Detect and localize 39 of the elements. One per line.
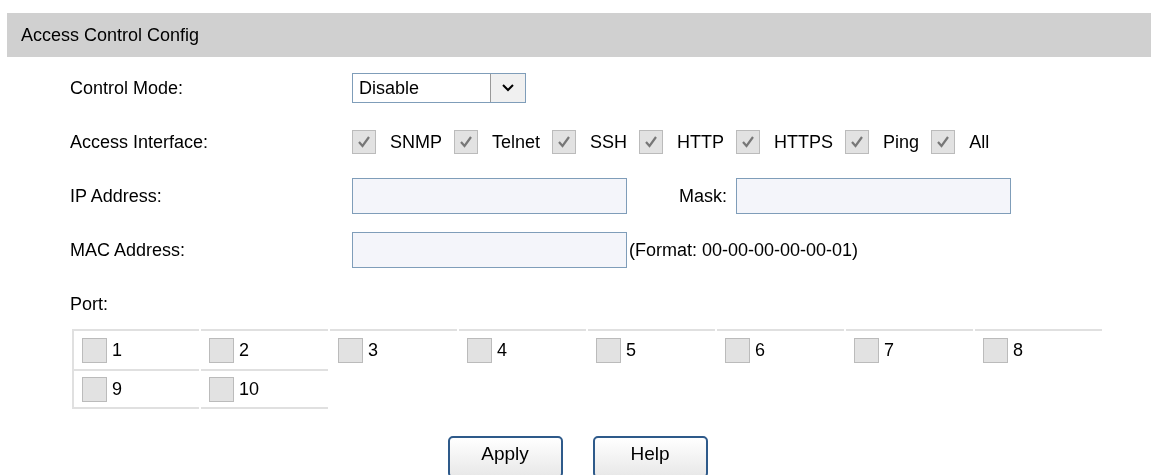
field-label: IP Address: [70, 185, 163, 207]
port-cell: 8 [975, 329, 1102, 369]
checkbox-label: HTTPS [774, 131, 834, 153]
port-cell: 3 [330, 329, 457, 369]
checkbox-label: Ping [883, 131, 920, 153]
port-cell: 9 [72, 369, 199, 409]
field-label: Mask: [679, 185, 727, 207]
chevron-down-icon [501, 83, 515, 93]
port-cell: 5 [588, 329, 715, 369]
port-cell: 2 [201, 329, 328, 369]
check-icon [936, 135, 951, 149]
port-cell: 6 [717, 329, 844, 369]
port-cell: 7 [846, 329, 973, 369]
check-icon [644, 135, 659, 149]
checkbox-label: HTTP [677, 131, 725, 153]
port-cell: 1 [72, 329, 199, 369]
checkbox-label: SNMP [390, 131, 442, 153]
mac-address-field[interactable] [352, 232, 627, 268]
field-label: Control Mode: [70, 77, 185, 99]
checkbox-label: Telnet [492, 131, 541, 153]
action-button[interactable]: Apply [447, 436, 563, 475]
check-icon [850, 135, 865, 149]
check-icon [557, 135, 572, 149]
action-button[interactable]: Help [592, 436, 708, 475]
check-icon [357, 135, 371, 149]
mask-field[interactable] [736, 178, 1011, 214]
field-label: Port: [70, 293, 108, 315]
format-hint: (Format: 00-00-00-00-00-01) [629, 239, 859, 261]
control-mode-dropdown[interactable]: Disable [352, 73, 526, 103]
check-icon [459, 135, 473, 149]
field-label: Access Interface: [70, 131, 210, 153]
port-cell: 10 [201, 369, 328, 409]
ip-address-field[interactable] [352, 178, 627, 214]
port-cell: 4 [459, 329, 586, 369]
check-icon [741, 135, 756, 149]
section-title: Access Control Config [21, 24, 200, 46]
checkbox-label: All [969, 131, 990, 153]
checkbox-label: SSH [590, 131, 628, 153]
field-label: MAC Address: [70, 239, 187, 261]
